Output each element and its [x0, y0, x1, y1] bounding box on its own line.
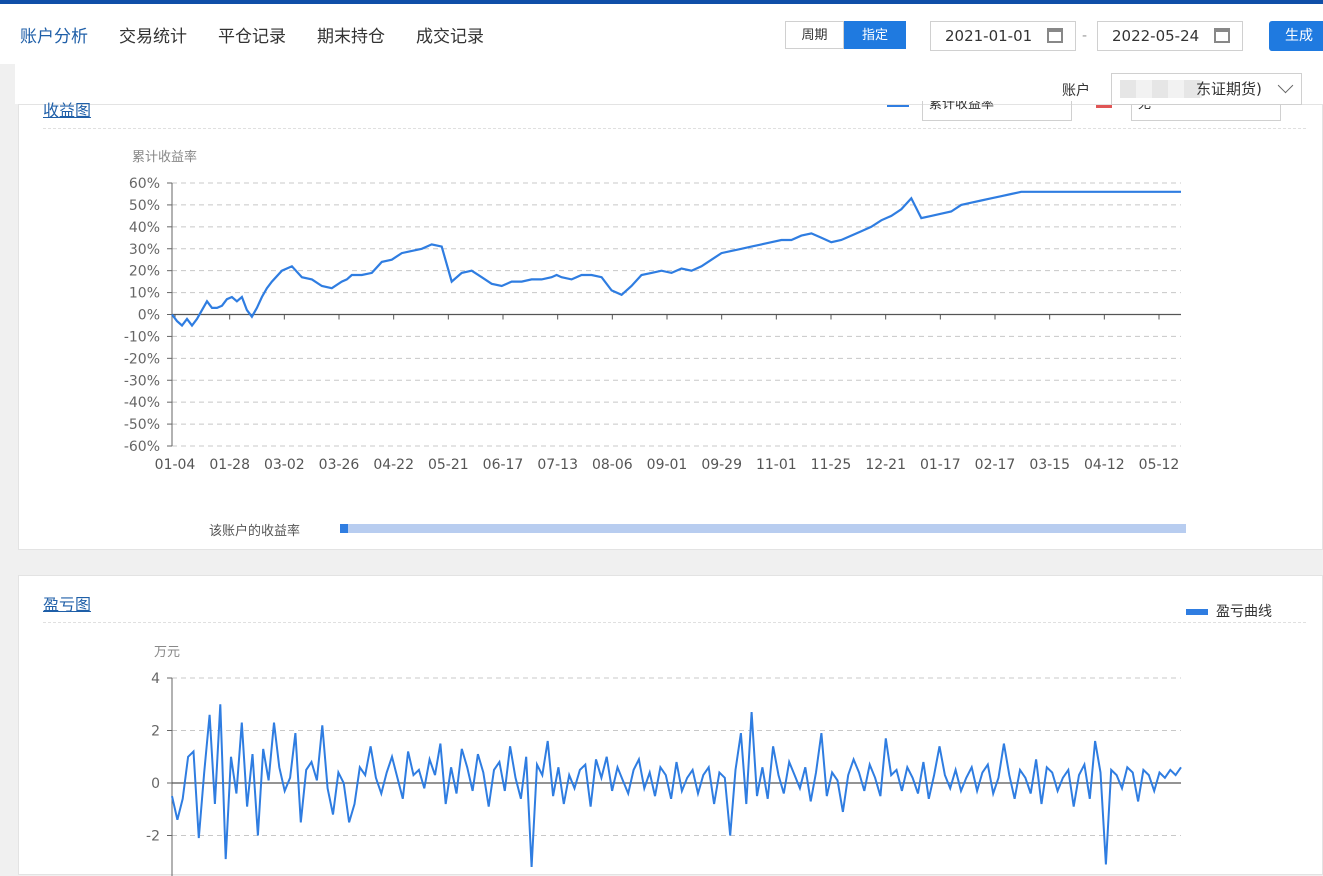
account-label: 账户 [1062, 83, 1090, 99]
x-tick-label: 05-12 [1139, 457, 1180, 473]
y-tick-label: 0 [151, 776, 160, 792]
x-tick-label: 09-01 [647, 457, 688, 473]
account-select-value: 东证期货) [1196, 80, 1262, 98]
y-tick-label: -30% [124, 373, 160, 389]
period-option-cycle[interactable]: 周期 [785, 21, 844, 49]
tab-close-records[interactable]: 平仓记录 [218, 22, 286, 47]
tab-account-analysis[interactable]: 账户分析 [20, 22, 88, 47]
pnl-legend-label: 盈亏曲线 [1216, 604, 1272, 620]
x-tick-label: 05-21 [428, 457, 469, 473]
returns-chart: 累计收益率 60% 50% 40% 30% 20% 10% 0% -10% -20% -30% -40… [124, 149, 1181, 473]
date-range-slider[interactable] [340, 524, 1186, 533]
series-line-pnl [171, 704, 1182, 868]
start-date-value: 2021-01-01 [945, 27, 1033, 45]
x-tick-label: 04-12 [1084, 457, 1125, 473]
active-tab-notch [430, 4, 444, 11]
x-tick-label: 12-21 [865, 457, 906, 473]
x-tick-label: 04-22 [373, 457, 414, 473]
x-tick-label: 03-26 [319, 457, 360, 473]
end-date-value: 2022-05-24 [1112, 27, 1200, 45]
slider-handle[interactable] [340, 524, 348, 533]
x-tick-label: 06-17 [483, 457, 524, 473]
main-nav: 账户分析 交易统计 平仓记录 期末持仓 成交记录 [20, 22, 484, 47]
y-tick-label: 0% [138, 308, 160, 324]
y-tick-label: -40% [124, 395, 160, 411]
account-select[interactable]: 东证期货) [1111, 73, 1302, 105]
y-tick-label: 2 [151, 724, 160, 740]
y-tick-label: -50% [124, 417, 160, 433]
x-tick-label: 01-04 [155, 457, 196, 473]
y-tick-label: 40% [129, 220, 160, 236]
pnl-legend[interactable]: 盈亏曲线 [1186, 601, 1272, 621]
period-option-custom[interactable]: 指定 [844, 21, 906, 49]
pnl-panel: 盈亏图 盈亏曲线 万元 4 2 0 -2 [18, 575, 1323, 876]
series-line-cumulative-return [171, 190, 1181, 328]
pnl-chart: 万元 4 2 0 -2 [146, 645, 1182, 876]
x-tick-label: 03-15 [1029, 457, 1070, 473]
date-separator: - [1082, 28, 1088, 44]
pnl-legend-swatch [1186, 609, 1208, 615]
y-tick-label: 4 [151, 671, 160, 687]
tab-trade-stats[interactable]: 交易统计 [119, 22, 187, 47]
x-tick-label: 08-06 [592, 457, 633, 473]
x-tick-label: 02-17 [975, 457, 1016, 473]
y-axis-title: 万元 [154, 645, 180, 660]
tab-ending-positions[interactable]: 期末持仓 [317, 22, 385, 47]
tab-deal-records[interactable]: 成交记录 [416, 22, 484, 47]
calendar-icon[interactable] [1047, 28, 1063, 43]
returns-panel: 收益图 累计收益率 无 累计收益率 60% 50% 40% 30% 20% 10% 0% -10… [18, 101, 1323, 550]
generate-button[interactable]: 生成 [1269, 21, 1323, 51]
x-tick-label: 11-25 [811, 457, 852, 473]
x-tick-label: 09-29 [701, 457, 742, 473]
x-tick-label: 01-28 [209, 457, 250, 473]
slider-label: 该账户的收益率 [209, 524, 301, 539]
y-axis-title: 累计收益率 [132, 149, 197, 165]
y-tick-label: 10% [129, 286, 160, 302]
redacted-account [1120, 80, 1202, 98]
y-tick-label: 20% [129, 264, 160, 280]
calendar-icon[interactable] [1214, 28, 1230, 43]
x-tick-label: 07-13 [537, 457, 578, 473]
start-date-field[interactable]: 2021-01-01 [930, 21, 1076, 51]
y-tick-label: 60% [129, 176, 160, 192]
y-tick-label: -10% [124, 329, 160, 345]
x-tick-label: 11-01 [756, 457, 797, 473]
y-tick-label: -20% [124, 351, 160, 367]
period-toggle: 周期 指定 [785, 21, 906, 49]
header: 账户分析 交易统计 平仓记录 期末持仓 成交记录 周期 指定 2021-01-0… [0, 4, 1323, 64]
chevron-down-icon [1277, 77, 1294, 94]
y-tick-label: 50% [129, 198, 160, 214]
y-tick-label: 30% [129, 242, 160, 258]
end-date-field[interactable]: 2022-05-24 [1097, 21, 1243, 51]
y-tick-label: -2 [146, 829, 160, 845]
x-tick-label: 01-17 [920, 457, 961, 473]
y-tick-label: -60% [124, 439, 160, 455]
x-tick-label: 03-02 [264, 457, 305, 473]
